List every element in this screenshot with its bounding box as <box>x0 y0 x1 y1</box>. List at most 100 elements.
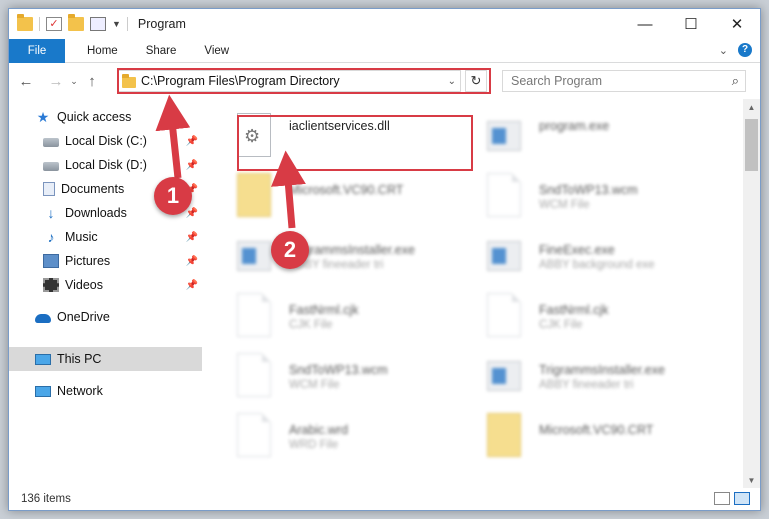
item-count: 136 items <box>21 493 71 505</box>
file-type: ABBY background exe <box>539 259 655 271</box>
file-item[interactable]: TrigrammsInstaller.exe ABBY fineeader tr… <box>219 229 464 281</box>
sidebar-item-label: Local Disk (D:) <box>65 158 147 172</box>
pictures-icon <box>43 254 59 268</box>
tab-view[interactable]: View <box>190 45 243 57</box>
file-type: CJK File <box>289 319 333 331</box>
document-file-icon <box>487 293 521 337</box>
file-name: SndToWP13.wcm <box>539 183 638 197</box>
sidebar-item-this-pc[interactable]: This PC <box>9 347 202 371</box>
tab-home[interactable]: Home <box>73 45 132 57</box>
document-file-icon <box>487 173 521 217</box>
file-name: SndToWP13.wcm <box>289 363 388 377</box>
minimize-button[interactable]: — <box>622 9 668 39</box>
window-title: Program <box>137 17 186 31</box>
step-callout-2: 2 <box>271 231 309 269</box>
tab-share[interactable]: Share <box>132 45 191 57</box>
window-controls: — ☐ ✕ <box>622 9 760 39</box>
file-type: WCM File <box>289 379 340 391</box>
sidebar-item-label: Videos <box>65 278 103 292</box>
up-arrow-icon[interactable]: ↑ <box>81 73 103 90</box>
file-type: CJK File <box>539 319 583 331</box>
navigation-pane: ★ Quick access Local Disk (C:) 📌 Local D… <box>9 99 209 479</box>
file-item[interactable]: Arabic.wrd WRD File <box>219 409 464 461</box>
file-name: Arabic.wrd <box>289 423 349 437</box>
help-icon[interactable]: ? <box>738 43 752 57</box>
file-explorer-window: ✓ ▼ Program — ☐ ✕ File Home Share View ⌄… <box>8 8 761 511</box>
search-input[interactable]: Search Program ⌕ <box>502 70 746 92</box>
maximize-button[interactable]: ☐ <box>668 9 714 39</box>
cloud-icon <box>35 313 51 323</box>
new-folder-icon[interactable] <box>68 14 84 31</box>
quick-access-toolbar: ✓ ▼ <box>9 14 128 31</box>
address-highlight-box <box>117 68 491 94</box>
large-icons-view-icon[interactable] <box>734 492 750 505</box>
sidebar-item-label: This PC <box>57 352 102 366</box>
file-item[interactable]: Microsoft.VC90.CRT <box>469 409 714 461</box>
exe-file-icon <box>237 241 271 271</box>
sidebar-item-pictures[interactable]: Pictures 📌 <box>9 249 202 273</box>
sidebar-item-videos[interactable]: Videos 📌 <box>9 273 202 297</box>
file-type: WCM File <box>539 199 590 211</box>
network-icon <box>35 385 51 397</box>
ribbon-tabs: File Home Share View ⌄ ? <box>9 38 760 63</box>
vertical-scrollbar[interactable]: ▲ ▼ <box>743 99 760 489</box>
search-icon[interactable]: ⌕ <box>732 73 739 89</box>
recent-locations-chevron-icon[interactable]: ⌄ <box>67 76 81 87</box>
sidebar-item-local-disk-d[interactable]: Local Disk (D:) 📌 <box>9 153 202 177</box>
exe-file-icon <box>487 241 521 271</box>
navigation-bar: ← → ⌄ ↑ C:\Program Files\Program Directo… <box>9 64 760 98</box>
scrollbar-thumb[interactable] <box>745 119 758 171</box>
file-list: ⚙ iaclientservices.dll program.exe Micro… <box>214 99 744 479</box>
file-item[interactable]: program.exe <box>469 109 714 161</box>
sidebar-item-quick-access[interactable]: ★ Quick access <box>9 105 202 129</box>
drive-icon <box>43 137 59 147</box>
file-name: Microsoft.VC90.CRT <box>539 423 654 437</box>
file-item[interactable]: FastNrml.cjk CJK File <box>469 289 714 341</box>
pin-icon: 📌 <box>185 159 198 171</box>
documents-icon <box>43 182 55 196</box>
file-name: FastNrml.cjk <box>289 303 359 317</box>
sidebar-item-label: Pictures <box>65 254 111 268</box>
file-type: ABBY fineeader tri <box>539 379 634 391</box>
file-name: FastNrml.cjk <box>539 303 609 317</box>
scroll-down-icon[interactable]: ▼ <box>743 472 760 489</box>
star-icon: ★ <box>36 109 50 125</box>
download-icon: ↓ <box>47 205 55 221</box>
pin-icon: 📌 <box>185 231 198 243</box>
file-item[interactable]: FineExec.exe ABBY background exe <box>469 229 714 281</box>
file-item[interactable]: TrigrammsInstaller.exe ABBY fineeader tr… <box>469 349 714 401</box>
expand-ribbon-chevron-icon[interactable]: ⌄ <box>719 44 728 57</box>
scroll-up-icon[interactable]: ▲ <box>743 99 760 116</box>
sidebar-item-network[interactable]: Network <box>9 379 202 403</box>
file-item[interactable]: FastNrml.cjk CJK File <box>219 289 464 341</box>
sidebar-item-label: Quick access <box>57 110 132 124</box>
back-arrow-icon[interactable]: ← <box>15 73 37 90</box>
sidebar-item-label: OneDrive <box>57 310 110 324</box>
folder-icon <box>17 14 33 31</box>
file-highlight-box <box>237 115 473 171</box>
file-item[interactable]: Microsoft.VC90.CRT <box>219 169 464 221</box>
properties-check-icon[interactable]: ✓ <box>46 17 62 31</box>
properties-icon[interactable] <box>90 17 106 31</box>
details-view-icon[interactable] <box>714 492 730 505</box>
file-item[interactable]: SndToWP13.wcm WCM File <box>219 349 464 401</box>
customize-toolbar-chevron-icon[interactable]: ▼ <box>112 19 121 29</box>
document-file-icon <box>237 413 271 457</box>
pin-icon: 📌 <box>185 255 198 267</box>
file-name: FineExec.exe <box>539 243 615 257</box>
file-item[interactable]: SndToWP13.wcm WCM File <box>469 169 714 221</box>
sidebar-item-onedrive[interactable]: OneDrive <box>9 305 202 329</box>
sidebar-item-music[interactable]: ♪ Music 📌 <box>9 225 202 249</box>
exe-file-icon <box>487 121 521 151</box>
pin-icon: 📌 <box>185 279 198 291</box>
forward-arrow-icon[interactable]: → <box>45 73 67 90</box>
file-name: Microsoft.VC90.CRT <box>289 183 404 197</box>
file-name: TrigrammsInstaller.exe <box>539 363 665 377</box>
music-icon: ♪ <box>47 229 55 245</box>
close-button[interactable]: ✕ <box>714 9 760 39</box>
status-bar: 136 items <box>9 488 760 510</box>
tab-file[interactable]: File <box>9 38 65 63</box>
sidebar-item-label: Documents <box>61 182 125 196</box>
videos-icon <box>43 278 59 292</box>
sidebar-item-local-disk-c[interactable]: Local Disk (C:) 📌 <box>9 129 202 153</box>
